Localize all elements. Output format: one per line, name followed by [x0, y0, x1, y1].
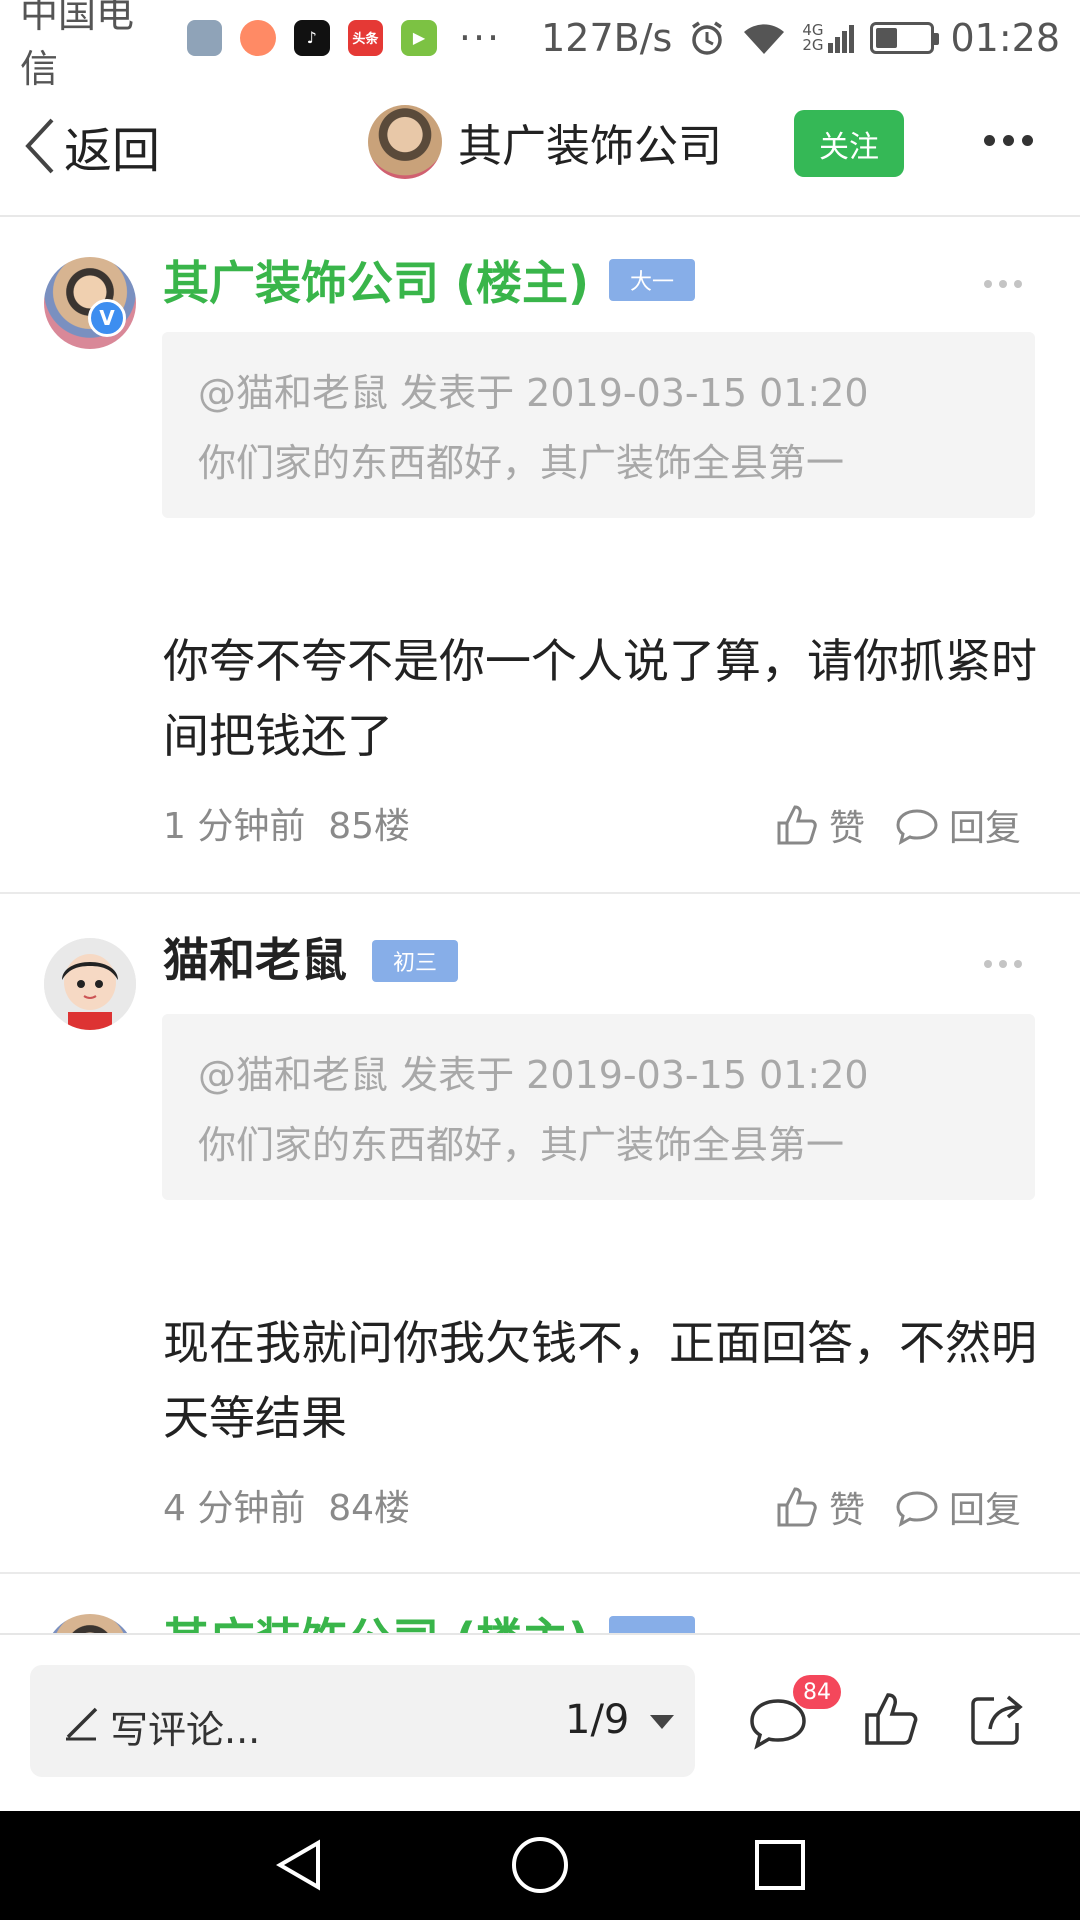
tiktok-icon: ♪ [293, 19, 330, 56]
like-label: 赞 [829, 808, 866, 849]
author-name[interactable]: 其广装饰公司 (楼主) [163, 1604, 589, 1634]
back-button[interactable]: 返回 [22, 111, 160, 181]
signal-icon: 4G 2G [802, 20, 855, 54]
avatar[interactable] [44, 1614, 136, 1634]
app-notification-icon [240, 19, 276, 56]
like-button[interactable]: 赞 [775, 1481, 865, 1533]
back-label: 返回 [64, 123, 161, 179]
speech-bubble-icon [896, 809, 938, 845]
status-bar: 中国电信 ♪ 头条 ▶ ··· 127B/s 4G 2G 01:28 [0, 0, 1080, 91]
avatar[interactable] [368, 105, 442, 179]
speech-bubble-icon [896, 1491, 938, 1527]
gallery-icon [186, 19, 223, 56]
avatar[interactable] [44, 938, 136, 1030]
recents-square-icon[interactable] [752, 1837, 808, 1893]
level-badge: 初三 [372, 940, 458, 982]
comment-body: 你夸不夸不是你一个人说了算，请你抓紧时间把钱还了 [163, 634, 1037, 763]
more-options-icon[interactable] [984, 280, 1022, 288]
thumbs-up-icon[interactable] [862, 1689, 922, 1749]
thumbs-up-icon [777, 1487, 817, 1527]
reply-label: 回复 [949, 808, 1022, 849]
comment-actions: 赞 回复 [775, 1481, 1021, 1533]
comment-item: 其广装饰公司 (楼主) [0, 1574, 1080, 1634]
level-badge: 大一 [609, 259, 695, 301]
clock: 01:28 [950, 15, 1060, 60]
page-title: 其广装饰公司 [458, 121, 722, 172]
battery-level [876, 27, 898, 48]
home-circle-icon[interactable] [510, 1837, 570, 1893]
back-triangle-icon[interactable] [272, 1837, 328, 1893]
comment-actions: 赞 回复 [775, 799, 1021, 851]
level-badge [609, 1616, 695, 1634]
floor-number: 84楼 [328, 1488, 411, 1529]
bottom-toolbar: 写评论... 1/9 84 [0, 1633, 1080, 1811]
comment-count-badge: 84 [793, 1675, 841, 1709]
floor-number: 85楼 [328, 806, 411, 847]
top-nav: 返回 其广装饰公司 关注 [0, 75, 1080, 217]
comment-meta: 4 分钟前 84楼 [163, 1479, 410, 1531]
quote-header: @猫和老鼠 发表于 2019-03-15 01:20 [198, 1053, 869, 1097]
comment-time: 1 分钟前 [163, 806, 306, 847]
author-name[interactable]: 猫和老鼠 [163, 924, 347, 990]
comment-input[interactable]: 写评论... 1/9 [30, 1665, 695, 1777]
battery-icon [870, 21, 940, 54]
verified-icon: V [88, 299, 126, 337]
share-icon[interactable] [968, 1689, 1028, 1749]
comment-item: V 其广装饰公司 (楼主) 大一 @猫和老鼠 发表于 2019-03-15 01… [0, 217, 1080, 892]
like-button[interactable]: 赞 [775, 799, 865, 851]
quoted-comment[interactable]: @猫和老鼠 发表于 2019-03-15 01:20 你们家的东西都好，其广装饰… [162, 1014, 1035, 1200]
quote-text: 你们家的东西都好，其广装饰全县第一 [198, 1123, 845, 1167]
follow-button[interactable]: 关注 [794, 110, 904, 177]
quoted-comment[interactable]: @猫和老鼠 发表于 2019-03-15 01:20 你们家的东西都好，其广装饰… [162, 332, 1035, 518]
page-indicator[interactable]: 1/9 [565, 1697, 629, 1743]
like-label: 赞 [829, 1490, 866, 1531]
comment-body: 现在我就问你我欠钱不，正面回答，不然明天等结果 [163, 1316, 1037, 1445]
wifi-icon [744, 23, 785, 54]
system-navigation-bar [0, 1811, 1080, 1920]
author-name[interactable]: 其广装饰公司 (楼主) [163, 247, 589, 313]
toutiao-icon: 头条 [347, 19, 384, 56]
comment-placeholder: 写评论... [110, 1708, 261, 1752]
video-app-icon: ▶ [401, 19, 437, 56]
thumbs-up-icon [777, 805, 817, 845]
alarm-icon [692, 21, 723, 55]
net-speed: 127B/s [541, 15, 673, 60]
comment-meta: 1 分钟前 85楼 [163, 797, 410, 849]
more-options-icon[interactable] [984, 135, 1033, 146]
avatar[interactable] [44, 257, 136, 349]
reply-button[interactable]: 回复 [895, 799, 1021, 851]
nav-account[interactable]: 其广装饰公司 [368, 105, 722, 179]
pencil-icon [66, 1707, 98, 1741]
comment-item: 猫和老鼠 初三 @猫和老鼠 发表于 2019-03-15 01:20 你们家的东… [0, 894, 1080, 1572]
caret-down-icon[interactable] [650, 1715, 674, 1729]
reply-label: 回复 [949, 1490, 1022, 1531]
quote-header: @猫和老鼠 发表于 2019-03-15 01:20 [198, 371, 869, 415]
reply-button[interactable]: 回复 [895, 1481, 1021, 1533]
network-type: 4G 2G [802, 20, 824, 54]
comment-time: 4 分钟前 [163, 1488, 306, 1529]
chevron-left-icon [25, 118, 54, 174]
quote-text: 你们家的东西都好，其广装饰全县第一 [198, 441, 845, 485]
more-notifications-icon: ··· [458, 15, 502, 60]
more-options-icon[interactable] [984, 960, 1022, 968]
